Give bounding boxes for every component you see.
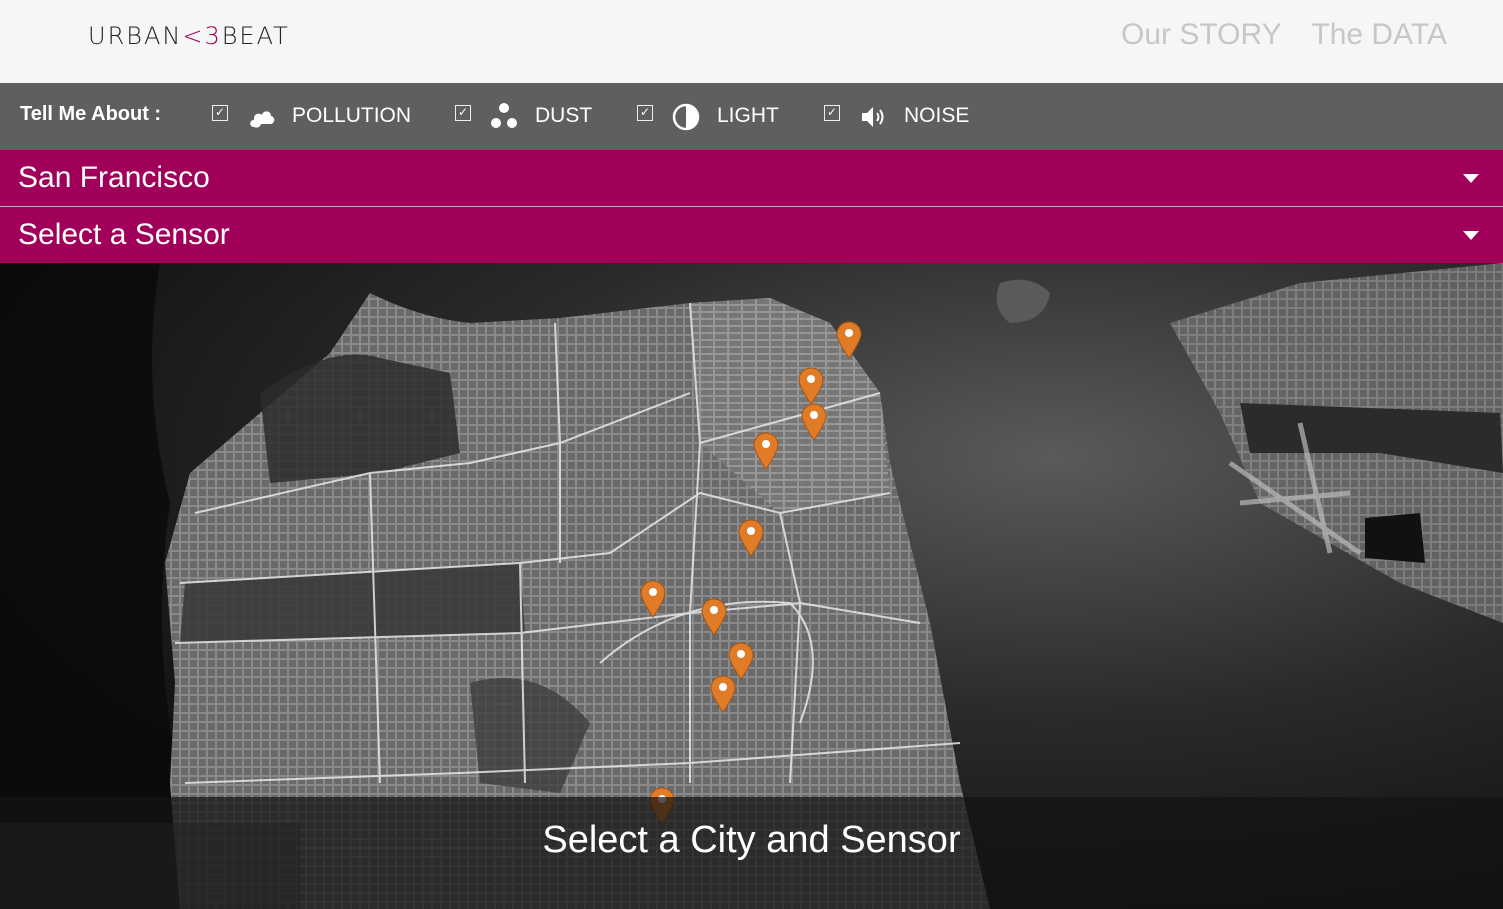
sensor-pin[interactable] xyxy=(738,519,764,557)
filter-dust[interactable]: ✓ DUST xyxy=(455,101,592,131)
pollution-checkbox[interactable]: ✓ xyxy=(212,105,228,121)
contrast-icon xyxy=(672,103,700,131)
logo[interactable]: URBAN<3BEAT xyxy=(88,22,290,50)
nav-our-story[interactable]: Our STORY xyxy=(1121,18,1281,51)
main-nav: Our STORY The DATA xyxy=(1099,18,1447,52)
nav-the-data[interactable]: The DATA xyxy=(1311,18,1447,51)
sensor-dropdown-value: Select a Sensor xyxy=(18,218,230,251)
sensor-pin[interactable] xyxy=(798,367,824,405)
top-bar: URBAN<3BEAT Our STORY The DATA xyxy=(0,0,1503,83)
speaker-icon xyxy=(862,107,884,127)
logo-right: BEAT xyxy=(221,22,290,50)
dust-icon xyxy=(491,103,517,128)
filter-noise[interactable]: ✓ NOISE xyxy=(824,101,969,131)
noise-checkbox[interactable]: ✓ xyxy=(824,105,840,121)
sensor-pin[interactable] xyxy=(710,675,736,713)
sensor-pin[interactable] xyxy=(701,598,727,636)
city-dropdown-value: San Francisco xyxy=(18,161,210,194)
dust-checkbox[interactable]: ✓ xyxy=(455,105,471,121)
filter-light-label: LIGHT xyxy=(717,104,779,127)
sensor-dropdown[interactable]: Select a Sensor xyxy=(0,207,1503,263)
filter-pollution-label: POLLUTION xyxy=(292,104,412,127)
filter-noise-label: NOISE xyxy=(904,104,970,127)
sensor-pin[interactable] xyxy=(836,321,862,359)
sensor-pin[interactable] xyxy=(753,432,779,470)
sensor-pin[interactable] xyxy=(640,580,666,618)
logo-left: URBAN xyxy=(88,22,183,50)
filter-bar: Tell Me About : ✓ POLLUTION ✓ DUST ✓ LIG… xyxy=(0,83,1503,150)
light-checkbox[interactable]: ✓ xyxy=(637,105,653,121)
filter-light[interactable]: ✓ LIGHT xyxy=(637,101,779,131)
cloud-icon xyxy=(250,111,275,128)
city-dropdown[interactable]: San Francisco xyxy=(0,150,1503,207)
chevron-down-icon xyxy=(1463,174,1479,183)
logo-heart: <3 xyxy=(182,22,222,50)
filter-pollution[interactable]: ✓ POLLUTION xyxy=(212,101,411,131)
sensor-pin[interactable] xyxy=(801,403,827,441)
overlay-instruction: Select a City and Sensor xyxy=(542,819,961,861)
chevron-down-icon xyxy=(1463,231,1479,240)
filter-label: Tell Me About : xyxy=(20,103,162,125)
map-overlay: Select a City and Sensor xyxy=(0,797,1503,909)
filter-dust-label: DUST xyxy=(535,104,593,127)
